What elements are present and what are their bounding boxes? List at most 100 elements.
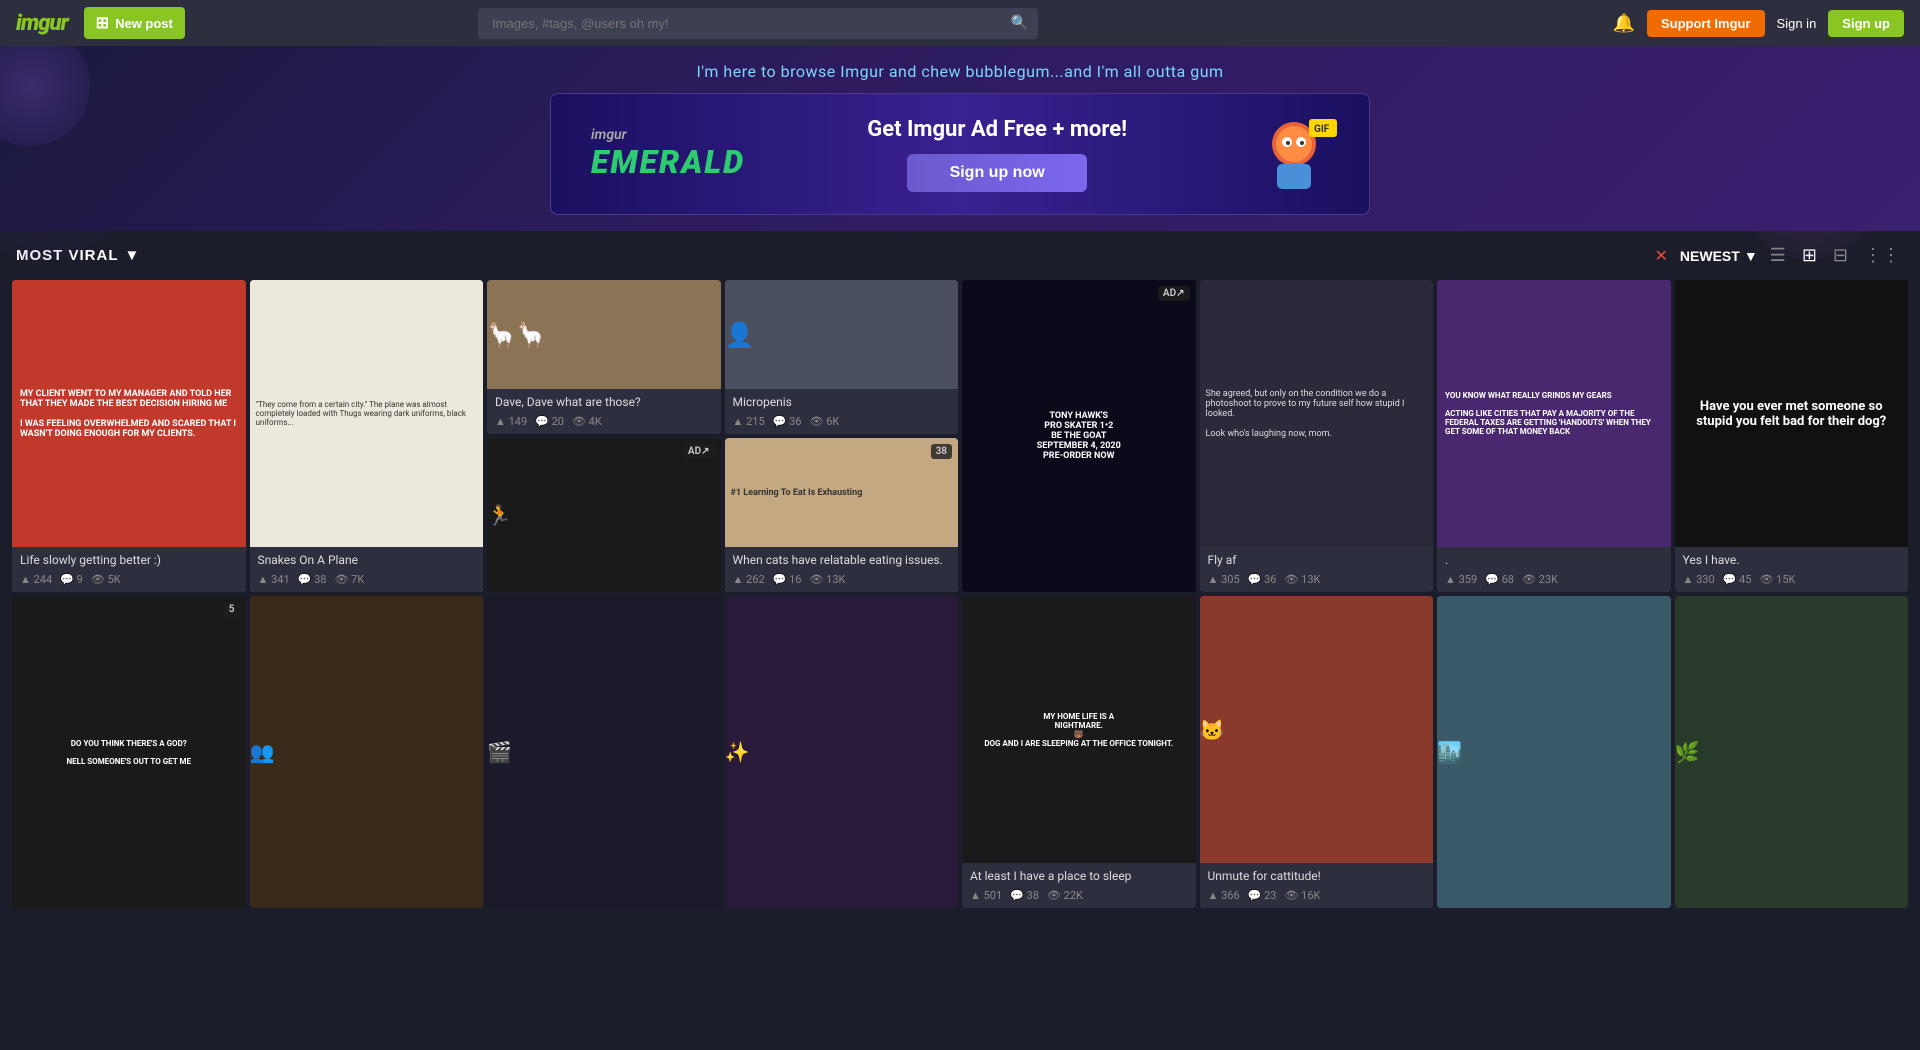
upvote-stat: ▲ 244	[20, 573, 52, 586]
post-image-area: Have you ever met someone so stupid you …	[1675, 280, 1909, 547]
post-card[interactable]: She agreed, but only on the condition we…	[1200, 280, 1434, 592]
post-image-text: 👤	[725, 321, 959, 349]
post-title: At least I have a place to sleep	[970, 869, 1188, 885]
post-card[interactable]: 👤Micropenis▲ 215💬 36👁 6K	[725, 280, 959, 434]
post-info: Micropenis▲ 215💬 36👁 6K	[725, 389, 959, 434]
comment-stat: 💬 36	[773, 415, 802, 428]
new-post-button[interactable]: ⊞ New post	[84, 7, 185, 39]
newest-button[interactable]: NEWEST ▼	[1680, 248, 1758, 264]
emerald-headline: Get Imgur Ad Free + more!	[867, 117, 1127, 142]
upvote-stat: ▲ 330	[1683, 573, 1715, 586]
post-stats: ▲ 244💬 9👁 5K	[20, 573, 238, 586]
comment-stat: 💬 38	[1010, 889, 1039, 902]
upvote-stat: ▲ 501	[970, 889, 1002, 902]
post-image-area: TONY HAWK'S PRO SKATER 1•2 BE THE GOAT S…	[962, 280, 1196, 592]
post-title: Fly af	[1208, 553, 1426, 569]
post-title: Micropenis	[733, 395, 951, 411]
post-card[interactable]: 🏙️	[1437, 596, 1671, 908]
emerald-mascot: GIF	[1249, 114, 1329, 194]
post-card[interactable]: 🏃 AD↗	[487, 438, 721, 592]
post-info: Snakes On A Plane▲ 341💬 38👁 7K	[250, 547, 484, 592]
post-image-area: 👥	[250, 596, 484, 908]
newest-dropdown-icon: ▼	[1744, 248, 1758, 264]
support-button[interactable]: Support Imgur	[1647, 10, 1765, 37]
post-image-area: 🏙️	[1437, 596, 1671, 908]
post-image-area: 🏃 AD↗	[487, 438, 721, 592]
post-card[interactable]: DO YOU THINK THERE'S A GOD? NELL SOMEONE…	[12, 596, 246, 908]
post-card[interactable]: 🦙🦙 Dave, Dave what are those? ▲ 149💬 20👁 4…	[487, 280, 721, 434]
four-col-view-button[interactable]: ⋮⋮	[1860, 243, 1904, 268]
post-card[interactable]: YOU KNOW WHAT REALLY GRINDS MY GEARS ACT…	[1437, 280, 1671, 592]
comment-stat: 💬 9	[60, 573, 83, 586]
comment-stat: 💬 36	[1248, 573, 1277, 586]
post-title: Dave, Dave what are those?	[495, 395, 713, 411]
view-stat: 👁 13K	[1284, 573, 1320, 586]
post-image-text: 🏃	[487, 503, 721, 527]
post-card[interactable]: 👥	[250, 596, 484, 908]
post-card[interactable]: ✨	[725, 596, 959, 908]
post-badge: AD↗	[683, 444, 715, 459]
post-image-text: 🦙🦙	[487, 321, 721, 349]
post-stats: ▲ 262💬 16👁 13K	[733, 573, 951, 586]
post-image-area: 🦙🦙	[487, 280, 721, 389]
newest-label: NEWEST	[1680, 248, 1740, 264]
post-card[interactable]: "They come from a certain city." The pla…	[250, 280, 484, 592]
post-info: . ▲ 359💬 68👁 23K	[1437, 547, 1671, 592]
post-stats: ▲ 359💬 68👁 23K	[1445, 573, 1663, 586]
post-card[interactable]: MY CLIENT WENT TO MY MANAGER AND TOLD HE…	[12, 280, 246, 592]
post-info: Life slowly getting better :)▲ 244💬 9👁 5…	[12, 547, 246, 592]
post-card[interactable]: MY HOME LIFE IS A NIGHTMARE. 🐻 DOG AND I…	[962, 596, 1196, 908]
plus-icon: ⊞	[96, 13, 109, 33]
new-post-label: New post	[115, 16, 173, 31]
post-image-text: She agreed, but only on the condition we…	[1200, 383, 1434, 445]
comment-stat: 💬 38	[298, 573, 327, 586]
post-stats: ▲ 366💬 23👁 16K	[1208, 889, 1426, 902]
post-image-text: 👥	[250, 740, 484, 764]
post-image-area: MY HOME LIFE IS A NIGHTMARE. 🐻 DOG AND I…	[962, 596, 1196, 863]
post-image-area: 👤	[725, 280, 959, 389]
post-info: Yes I have.▲ 330💬 45👁 15K	[1675, 547, 1909, 592]
imgur-logo: imgur	[16, 11, 68, 36]
post-stats: ▲ 305💬 36👁 13K	[1208, 573, 1426, 586]
two-col-view-button[interactable]: ⊞	[1798, 243, 1821, 268]
emerald-imgur-text: imgur	[591, 127, 745, 143]
post-image-text: MY CLIENT WENT TO MY MANAGER AND TOLD HE…	[12, 381, 246, 447]
three-col-view-button[interactable]: ⊟	[1829, 243, 1852, 268]
sort-label: MOST VIRAL	[16, 247, 119, 264]
post-card[interactable]: 🐱 Unmute for cattitude! ▲ 366💬 23👁 16K	[1200, 596, 1434, 908]
post-image-text: TONY HAWK'S PRO SKATER 1•2 BE THE GOAT S…	[962, 403, 1196, 469]
post-card[interactable]: 🎬	[487, 596, 721, 908]
post-stats: ▲ 149💬 20👁 4K	[495, 415, 713, 428]
post-image-area: DO YOU THINK THERE'S A GOD? NELL SOMEONE…	[12, 596, 246, 908]
sort-button[interactable]: MOST VIRAL ▼	[16, 247, 140, 264]
list-view-button[interactable]: ☰	[1766, 243, 1790, 268]
sort-dropdown-icon: ▼	[125, 247, 141, 264]
comment-stat: 💬 20	[535, 415, 564, 428]
post-card[interactable]: #1 Learning To Eat Is Exhausting38When c…	[725, 438, 959, 592]
post-image-text: 🌿	[1675, 740, 1909, 764]
post-info: Dave, Dave what are those? ▲ 149💬 20👁 4K	[487, 389, 721, 434]
close-icon[interactable]: ✕	[1655, 246, 1668, 265]
post-image-text: 🐱	[1200, 718, 1434, 742]
notification-icon[interactable]: 🔔	[1613, 13, 1635, 34]
search-icon: 🔍	[1011, 15, 1028, 31]
upvote-stat: ▲ 366	[1208, 889, 1240, 902]
upvote-stat: ▲ 341	[258, 573, 290, 586]
signup-button[interactable]: Sign up	[1828, 10, 1904, 37]
post-image-area: 🎬	[487, 596, 721, 908]
view-stat: 👁 13K	[809, 573, 845, 586]
post-title: .	[1445, 553, 1663, 569]
search-input[interactable]	[478, 8, 1038, 39]
upvote-stat: ▲ 215	[733, 415, 765, 428]
post-card[interactable]: Have you ever met someone so stupid you …	[1675, 280, 1909, 592]
signin-button[interactable]: Sign in	[1777, 16, 1817, 31]
post-stats: ▲ 215💬 36👁 6K	[733, 415, 951, 428]
post-title: Unmute for cattitude!	[1208, 869, 1426, 885]
post-card[interactable]: TONY HAWK'S PRO SKATER 1•2 BE THE GOAT S…	[962, 280, 1196, 592]
search-bar: 🔍	[478, 8, 1038, 39]
view-stat: 👁 16K	[1284, 889, 1320, 902]
posts-grid: MY CLIENT WENT TO MY MANAGER AND TOLD HE…	[8, 280, 1912, 908]
post-card[interactable]: 🌿	[1675, 596, 1909, 908]
post-badge: 38	[931, 444, 952, 459]
signup-now-button[interactable]: Sign up now	[907, 154, 1087, 192]
